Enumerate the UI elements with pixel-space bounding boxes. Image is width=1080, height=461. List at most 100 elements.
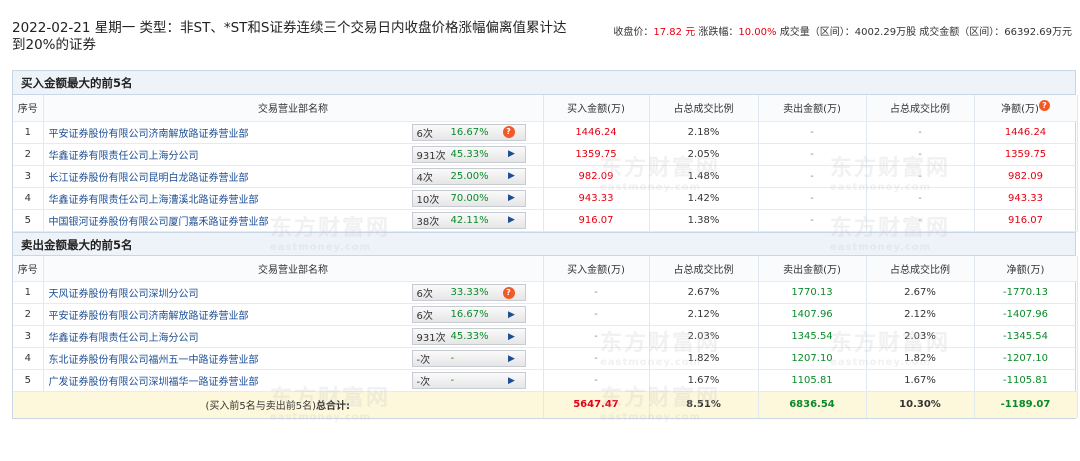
branch-name-link[interactable]: 广发证券股份有限公司深圳福华一路证券营业部 bbox=[49, 377, 259, 388]
branch-cell: 广发证券股份有限公司深圳福华一路证券营业部 -次 - ▶ bbox=[43, 369, 544, 392]
buy-table-header: 序号 交易营业部名称 买入金额(万) 占总成交比例 卖出金额(万) 占总成交比例… bbox=[13, 95, 1078, 122]
branch-cell: 华鑫证券有限责任公司上海分公司 931次 45.33% ▶ bbox=[43, 143, 544, 166]
col-buy: 买入金额(万) bbox=[543, 255, 650, 282]
branch-cell: 中国银河证券股份有限公司厦门嘉禾路证券营业部 38次 42.11% ▶ bbox=[43, 209, 544, 232]
branch-count: 4次 bbox=[416, 172, 433, 184]
row-sell-ratio: - bbox=[866, 209, 975, 232]
branch-count: 931次 bbox=[416, 333, 446, 344]
row-buy-ratio: 1.67% bbox=[649, 369, 759, 392]
branch-count: 6次 bbox=[416, 289, 433, 300]
table-row: 3 华鑫证券有限责任公司上海分公司 931次 45.33% ▶ -2.03% 1345.54… bbox=[13, 325, 1078, 348]
col-seq: 序号 bbox=[13, 255, 44, 282]
arrow-right-icon[interactable]: ▶ bbox=[503, 149, 521, 159]
table-row: 2 华鑫证券有限责任公司上海分公司 931次 45.33% ▶ 1359.75 2.05% -… bbox=[13, 143, 1078, 166]
trading-table-container: 买入金额最大的前5名 序号 交易营业部名称 买入金额(万) 占总成交比例 卖出金… bbox=[12, 70, 1078, 419]
question-icon[interactable]: ? bbox=[502, 126, 515, 138]
col-buy-ratio: 占总成交比例 bbox=[649, 95, 759, 122]
col-buy: 买入金额(万) bbox=[543, 95, 650, 122]
branch-percent: 33.33% bbox=[450, 287, 489, 298]
row-net: -1207.10 bbox=[974, 347, 1078, 370]
branch-percent: 16.67% bbox=[450, 309, 489, 320]
row-seq: 3 bbox=[13, 325, 44, 348]
row-sell: 1345.54 bbox=[758, 325, 867, 348]
branch-percent: 45.33% bbox=[450, 331, 489, 342]
table-row: 3 长江证券股份有限公司昆明白龙路证券营业部 4次 25.00% ▶ 982.09 1.48… bbox=[13, 165, 1078, 188]
row-net: 982.09 bbox=[974, 165, 1078, 188]
row-buy: 916.07 bbox=[543, 209, 650, 232]
branch-cell: 平安证券股份有限公司济南解放路证券营业部 6次 16.67%? bbox=[43, 121, 544, 144]
branch-name-link[interactable]: 东北证券股份有限公司福州五一中路证券营业部 bbox=[49, 355, 259, 366]
arrow-right-icon[interactable]: ▶ bbox=[503, 354, 521, 364]
change-label: 涨跌幅： bbox=[698, 27, 739, 38]
row-sell-ratio: - bbox=[866, 165, 975, 188]
branch-stats-dropdown[interactable]: 931次 45.33% ▶ bbox=[411, 145, 526, 163]
branch-count: 6次 bbox=[416, 311, 433, 322]
row-buy-ratio: 2.12% bbox=[649, 303, 759, 326]
row-sell-ratio: - bbox=[866, 121, 975, 144]
row-buy: - bbox=[543, 325, 650, 348]
row-net: 916.07 bbox=[974, 209, 1078, 232]
total-sell: 6836.54 bbox=[758, 391, 867, 418]
arrow-right-icon[interactable]: ▶ bbox=[503, 332, 521, 342]
arrow-right-icon[interactable]: ▶ bbox=[503, 376, 521, 386]
row-seq: 5 bbox=[13, 209, 44, 232]
row-buy: 1446.24 bbox=[543, 121, 650, 144]
branch-stats-dropdown[interactable]: 6次 16.67% ▶ bbox=[411, 306, 526, 323]
branch-name-link[interactable]: 华鑫证券有限责任公司上海分公司 bbox=[49, 333, 199, 344]
table-row: 4 东北证券股份有限公司福州五一中路证券营业部 -次 - ▶ -1.82% 1207.10 1… bbox=[13, 347, 1078, 370]
row-sell: - bbox=[758, 165, 867, 188]
row-seq: 5 bbox=[13, 369, 44, 392]
branch-stats-dropdown[interactable]: 4次 25.00% ▶ bbox=[411, 167, 526, 185]
branch-stats-dropdown[interactable]: 10次 70.00% ▶ bbox=[411, 189, 526, 207]
row-sell: - bbox=[758, 187, 867, 210]
branch-percent: 16.67% bbox=[450, 126, 489, 138]
branch-stats-dropdown[interactable]: 931次 45.33% ▶ bbox=[411, 328, 526, 345]
branch-count: 10次 bbox=[416, 194, 440, 206]
branch-name-link[interactable]: 长江证券股份有限公司昆明白龙路证券营业部 bbox=[49, 173, 249, 184]
branch-count: 931次 bbox=[416, 150, 446, 162]
table-row: 5 广发证券股份有限公司深圳福华一路证券营业部 -次 - ▶ -1.67% 1105.81 1… bbox=[13, 369, 1078, 392]
branch-name-link[interactable]: 中国银河证券股份有限公司厦门嘉禾路证券营业部 bbox=[49, 217, 269, 228]
question-icon[interactable]: ? bbox=[1038, 100, 1050, 112]
question-icon[interactable]: ? bbox=[502, 286, 515, 299]
branch-percent: - bbox=[450, 353, 455, 364]
col-sell: 卖出金额(万) bbox=[758, 95, 867, 122]
row-sell-ratio: 1.82% bbox=[866, 347, 975, 370]
row-net: -1105.81 bbox=[974, 369, 1078, 392]
row-sell: 1770.13 bbox=[758, 281, 867, 304]
arrow-right-icon[interactable]: ▶ bbox=[503, 171, 521, 181]
branch-name-link[interactable]: 天风证券股份有限公司深圳分公司 bbox=[49, 289, 199, 300]
total-sell-ratio: 10.30% bbox=[866, 391, 975, 418]
branch-cell: 长江证券股份有限公司昆明白龙路证券营业部 4次 25.00% ▶ bbox=[43, 165, 544, 188]
branch-stats-dropdown[interactable]: -次 - ▶ bbox=[411, 372, 526, 389]
sell-table-body: 1 天风证券股份有限公司深圳分公司 6次 33.33%? -2.67% 1770.13 2.… bbox=[13, 281, 1078, 392]
arrow-right-icon[interactable]: ▶ bbox=[503, 215, 521, 225]
branch-count: 6次 bbox=[416, 128, 433, 140]
arrow-right-icon[interactable]: ▶ bbox=[503, 193, 521, 203]
total-net: -1189.07 bbox=[974, 391, 1078, 418]
row-buy-ratio: 2.05% bbox=[649, 143, 759, 166]
row-sell: 1105.81 bbox=[758, 369, 867, 392]
branch-name-link[interactable]: 华鑫证券有限责任公司上海分公司 bbox=[49, 151, 199, 162]
row-net: -1770.13 bbox=[974, 281, 1078, 304]
row-buy: - bbox=[543, 303, 650, 326]
row-sell-ratio: - bbox=[866, 143, 975, 166]
col-name: 交易营业部名称 bbox=[43, 95, 544, 122]
branch-name-link[interactable]: 平安证券股份有限公司济南解放路证券营业部 bbox=[49, 129, 249, 140]
branch-name-link[interactable]: 平安证券股份有限公司济南解放路证券营业部 bbox=[49, 311, 249, 322]
branch-stats-dropdown[interactable]: 38次 42.11% ▶ bbox=[411, 211, 526, 229]
row-net: 1359.75 bbox=[974, 143, 1078, 166]
row-buy-ratio: 2.18% bbox=[649, 121, 759, 144]
arrow-right-icon[interactable]: ▶ bbox=[503, 310, 521, 320]
branch-stats-dropdown[interactable]: 6次 16.67%? bbox=[411, 123, 526, 141]
col-net: 净额(万)? bbox=[974, 95, 1078, 122]
buy-table-body: 1 平安证券股份有限公司济南解放路证券营业部 6次 16.67%? 1446.24 2.1… bbox=[13, 121, 1078, 232]
row-seq: 1 bbox=[13, 281, 44, 304]
col-sell-ratio: 占总成交比例 bbox=[866, 95, 975, 122]
branch-name-link[interactable]: 华鑫证券有限责任公司上海漕溪北路证券营业部 bbox=[49, 195, 259, 206]
stock-stats: 收盘价：17.82 元 涨跌幅：10.00% 成交量（区间）：4002.29万股… bbox=[613, 23, 1072, 38]
branch-stats-dropdown[interactable]: 6次 33.33%? bbox=[411, 284, 526, 301]
row-sell: 1407.96 bbox=[758, 303, 867, 326]
buy-table: 序号 交易营业部名称 买入金额(万) 占总成交比例 卖出金额(万) 占总成交比例… bbox=[13, 95, 1078, 232]
branch-stats-dropdown[interactable]: -次 - ▶ bbox=[411, 350, 526, 367]
